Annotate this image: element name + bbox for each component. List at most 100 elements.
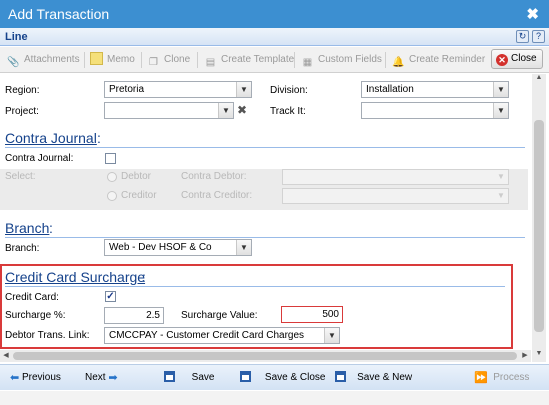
attachments-button[interactable]: 📎 Attachments: [7, 51, 80, 69]
horizontal-scrollbar[interactable]: ◀ ▶: [0, 350, 531, 362]
scroll-left-icon[interactable]: ◀: [0, 350, 12, 362]
memo-icon: [90, 52, 103, 65]
create-template-label: Create Template: [221, 54, 295, 65]
chevron-down-icon[interactable]: ▼: [493, 103, 508, 118]
arrow-right-icon: ➡: [108, 372, 118, 384]
contra-creditor-select[interactable]: ▼: [282, 188, 509, 204]
previous-button[interactable]: ⬅ Previous: [10, 371, 61, 385]
select-label: Select:: [5, 171, 36, 182]
next-button[interactable]: Next ➡: [85, 371, 118, 385]
previous-label: Previous: [22, 372, 61, 383]
toolbar: 📎 Attachments Memo ❐ Clone ▤ Create Templat…: [0, 47, 549, 73]
save-new-label: Save & New: [357, 372, 413, 383]
contra-section-heading: Contra Journal: [5, 130, 97, 146]
close-circle-icon: ✕: [496, 54, 508, 66]
chevron-down-icon[interactable]: ▼: [493, 82, 508, 97]
toolbar-divider: [294, 52, 295, 68]
debtor-radio[interactable]: [107, 172, 117, 182]
save-icon: [335, 371, 346, 382]
branch-section-heading: Branch: [5, 220, 49, 236]
form-content: Region: Pretoria ▼ Division: Installatio…: [0, 74, 531, 362]
surcharge-pct-input[interactable]: 2.5: [104, 307, 164, 324]
scroll-right-icon[interactable]: ▶: [519, 350, 531, 362]
window-bottom-edge: [0, 391, 549, 405]
chevron-down-icon[interactable]: ▼: [324, 328, 339, 343]
division-label: Division:: [270, 85, 308, 96]
process-button[interactable]: ⏩ Process: [474, 371, 529, 385]
chevron-down-icon[interactable]: ▼: [236, 82, 251, 97]
scroll-up-icon[interactable]: ▲: [532, 74, 546, 86]
debtor-trans-link-label: Debtor Trans. Link:: [5, 330, 90, 341]
panel-title: Line: [5, 31, 28, 43]
create-reminder-button[interactable]: 🔔 Create Reminder: [392, 51, 485, 69]
project-select[interactable]: ▼: [104, 102, 234, 119]
track-select[interactable]: ▼: [361, 102, 509, 119]
credit-card-checkbox[interactable]: ✓: [105, 291, 116, 302]
project-label: Project:: [5, 106, 39, 117]
region-select[interactable]: Pretoria ▼: [104, 81, 252, 98]
debtor-trans-link-select[interactable]: CMCCPAY - Customer Credit Card Charges ▼: [104, 327, 340, 344]
save-new-button[interactable]: Save & New: [335, 371, 412, 385]
memo-button[interactable]: Memo: [90, 51, 135, 69]
grid-icon: ▦: [302, 57, 313, 68]
paperclip-icon: 📎: [7, 57, 20, 68]
section-divider: [5, 237, 525, 238]
chevron-down-icon[interactable]: ▼: [236, 240, 251, 255]
window-title-bar: Add Transaction ✖: [0, 0, 549, 28]
toolbar-divider: [385, 52, 386, 68]
surcharge-value-value: 500: [322, 309, 339, 320]
debtor-label: Debtor: [121, 171, 152, 182]
process-label: Process: [493, 372, 530, 383]
window-close-icon[interactable]: ✖: [526, 5, 539, 23]
save-button[interactable]: Save: [164, 371, 214, 385]
panel-help-icon[interactable]: ?: [532, 30, 545, 43]
contra-journal-checkbox[interactable]: [105, 153, 116, 164]
credit-card-label: Credit Card:: [5, 292, 59, 303]
create-template-button[interactable]: ▤ Create Template: [204, 51, 294, 69]
shuffle-icon[interactable]: ✖: [237, 103, 247, 117]
debtor-trans-link-value: CMCCPAY - Customer Credit Card Charges: [109, 330, 305, 341]
panel-refresh-icon[interactable]: ↻: [516, 30, 529, 43]
close-button[interactable]: ✕ Close: [491, 49, 543, 69]
attachments-label: Attachments: [24, 54, 80, 65]
toolbar-divider: [141, 52, 142, 68]
surcharge-heading-text: Credit Card Surcharge: [5, 269, 146, 285]
section-divider: [5, 286, 505, 287]
surcharge-value-input[interactable]: 500: [281, 306, 343, 323]
fast-forward-icon: ⏩: [474, 372, 488, 384]
vertical-scroll-thumb[interactable]: [534, 120, 544, 332]
branch-heading-text: Branch: [5, 220, 50, 236]
clone-label: Clone: [164, 54, 191, 65]
chevron-down-icon[interactable]: ▼: [494, 170, 508, 184]
branch-select[interactable]: Web - Dev HSOF & Co ▼: [104, 239, 252, 256]
save-label: Save: [191, 372, 215, 383]
clone-button[interactable]: ❐ Clone: [147, 51, 190, 69]
region-value: Pretoria: [109, 84, 145, 95]
horizontal-scroll-thumb[interactable]: [13, 352, 517, 360]
contra-debtor-select[interactable]: ▼: [282, 169, 509, 185]
memo-label: Memo: [107, 54, 135, 65]
creditor-radio[interactable]: [107, 191, 117, 201]
toolbar-divider: [84, 52, 85, 68]
chevron-down-icon[interactable]: ▼: [218, 103, 233, 118]
custom-fields-label: Custom Fields: [318, 54, 382, 65]
contra-debtor-label: Contra Debtor:: [181, 171, 247, 182]
surcharge-pct-label: Surcharge %:: [5, 310, 66, 321]
chevron-down-icon[interactable]: ▼: [494, 189, 508, 203]
vertical-scrollbar[interactable]: ▲ ▼: [532, 74, 546, 362]
surcharge-section-heading: Credit Card Surcharge: [5, 269, 145, 285]
panel-header: Line ↻ ?: [0, 28, 549, 46]
division-select[interactable]: Installation ▼: [361, 81, 509, 98]
save-close-button[interactable]: Save & Close: [240, 371, 326, 385]
save-icon: [164, 371, 175, 382]
template-icon: ▤: [205, 57, 216, 68]
track-label: Track It:: [270, 106, 306, 117]
contra-heading-text: Contra Journal: [5, 130, 97, 146]
footer-bar: ⬅ Previous Next ➡ Save Save & Close Save…: [0, 364, 549, 390]
heading-colon: :: [49, 220, 53, 236]
contra-journal-label: Contra Journal:: [5, 153, 74, 164]
surcharge-value-label: Surcharge Value:: [181, 310, 258, 321]
custom-fields-button[interactable]: ▦ Custom Fields: [301, 51, 382, 69]
creditor-label: Creditor: [121, 190, 157, 201]
scroll-down-icon[interactable]: ▼: [532, 350, 546, 362]
